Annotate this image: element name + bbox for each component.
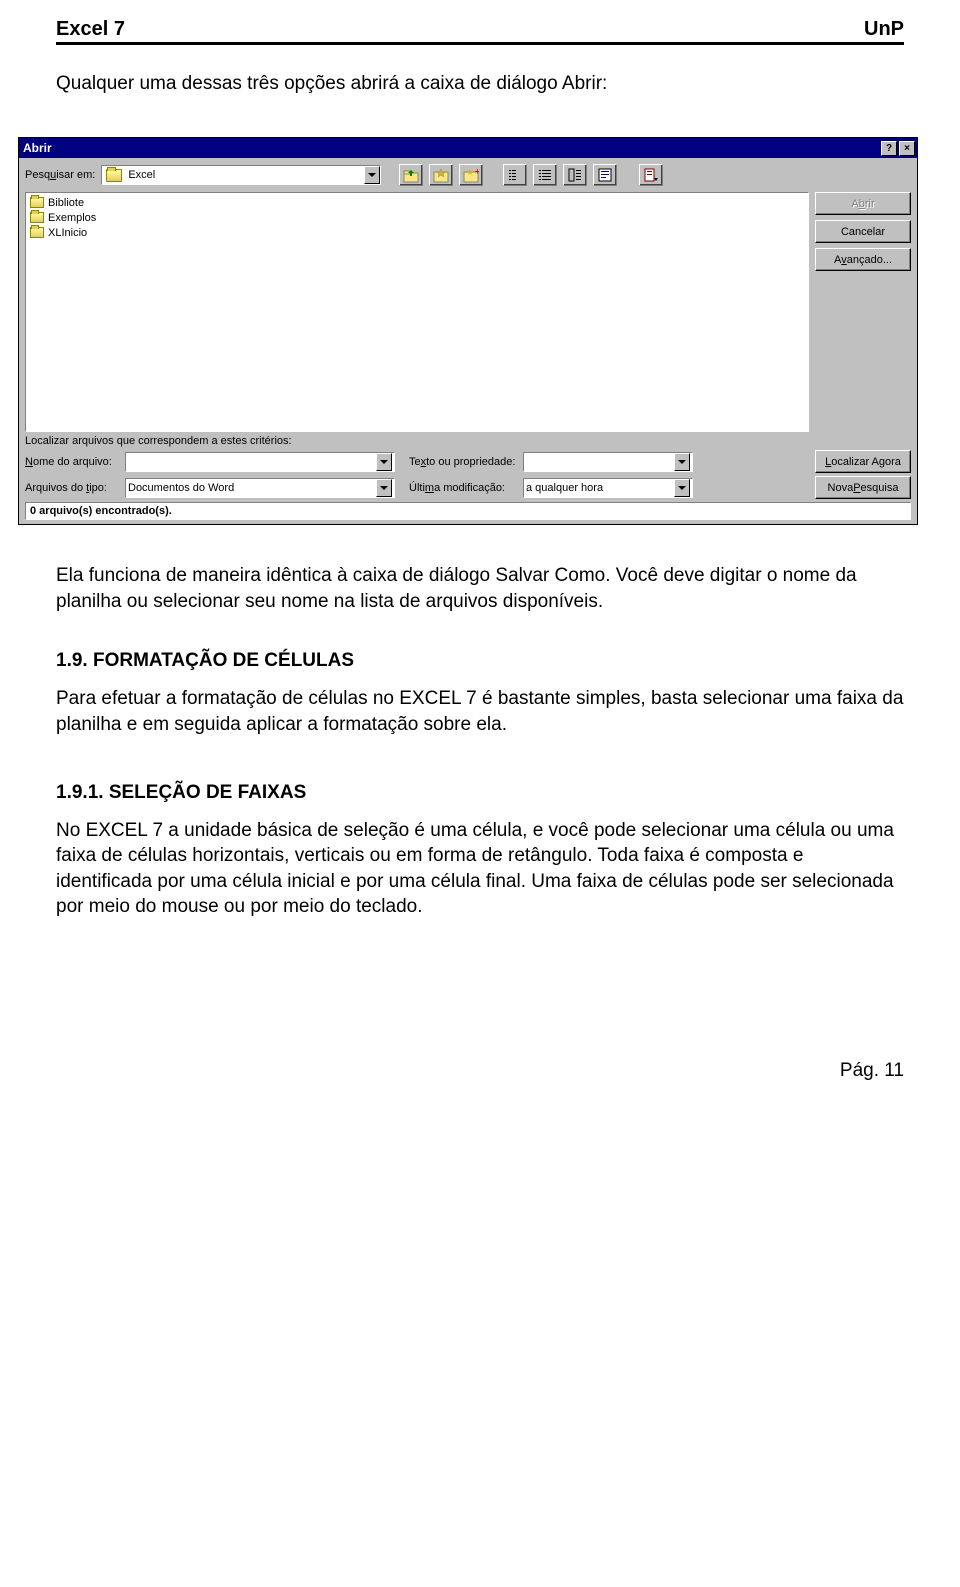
pesquisar-label: Pesquisar em:	[25, 169, 95, 181]
abrir-button[interactable]: Abrir	[815, 192, 911, 215]
body-paragraph-3: No EXCEL 7 a unidade básica de seleção é…	[56, 818, 904, 921]
chevron-down-icon[interactable]	[376, 479, 392, 497]
folder-icon	[30, 227, 44, 238]
page-number: Pág. 11	[56, 1060, 904, 1082]
folder-combo[interactable]: Excel	[101, 165, 381, 185]
criteria-label: Localizar arquivos que correspondem a es…	[25, 435, 911, 447]
avancado-button[interactable]: Avançado...	[815, 248, 911, 271]
status-text: 0 arquivo(s) encontrado(s).	[25, 502, 911, 520]
texto-label: Texto ou propriedade:	[409, 456, 519, 468]
favorites-icon[interactable]	[429, 164, 453, 186]
close-button[interactable]: ×	[899, 141, 915, 156]
page-header: Excel 7 UnP	[56, 18, 904, 45]
localizar-agora-button[interactable]: Localizar Agora	[815, 450, 911, 473]
chevron-down-icon[interactable]	[674, 479, 690, 497]
open-dialog: Abrir ? × Pesquisar em: Excel	[18, 137, 918, 525]
texto-input[interactable]	[523, 452, 693, 472]
list-item[interactable]: Exemplos	[28, 210, 806, 225]
properties-view-icon[interactable]	[563, 164, 587, 186]
nome-label: Nome do arquivo:	[25, 456, 121, 468]
dialog-title: Abrir	[23, 141, 52, 155]
tipo-label: Arquivos do tipo:	[25, 482, 121, 494]
dialog-titlebar: Abrir ? ×	[19, 138, 917, 158]
cancelar-button[interactable]: Cancelar	[815, 220, 911, 243]
folder-icon	[30, 212, 44, 223]
up-one-level-icon[interactable]	[399, 164, 423, 186]
header-left: Excel 7	[56, 18, 125, 41]
chevron-down-icon[interactable]	[674, 453, 690, 471]
file-list[interactable]: Bibliote Exemplos XLInicio	[25, 192, 809, 432]
tipo-input[interactable]: Documentos do Word	[125, 478, 395, 498]
section-1-9-heading: 1.9. FORMATAÇÃO DE CÉLULAS	[56, 650, 904, 672]
body-paragraph-1: Ela funciona de maneira idêntica à caixa…	[56, 563, 904, 614]
nova-pesquisa-button[interactable]: Nova Pesquisa	[815, 476, 911, 499]
list-view-icon[interactable]	[503, 164, 527, 186]
header-right: UnP	[864, 18, 904, 41]
chevron-down-icon[interactable]	[376, 453, 392, 471]
ultima-input[interactable]: a qualquer hora	[523, 478, 693, 498]
folder-icon	[30, 197, 44, 208]
folder-icon	[106, 169, 122, 182]
list-item[interactable]: XLInicio	[28, 225, 806, 240]
body-paragraph-2: Para efetuar a formatação de células no …	[56, 686, 904, 737]
add-favorite-icon[interactable]: +	[459, 164, 483, 186]
ultima-label: Última modificação:	[409, 482, 519, 494]
preview-view-icon[interactable]	[593, 164, 617, 186]
help-button[interactable]: ?	[881, 141, 897, 156]
intro-text: Qualquer uma dessas três opções abrirá a…	[56, 73, 904, 95]
details-view-icon[interactable]	[533, 164, 557, 186]
folder-name: Excel	[126, 169, 364, 181]
nome-input[interactable]	[125, 452, 395, 472]
list-item[interactable]: Bibliote	[28, 195, 806, 210]
chevron-down-icon[interactable]	[364, 166, 380, 184]
section-1-9-1-heading: 1.9.1. SELEÇÃO DE FAIXAS	[56, 782, 904, 804]
svg-text:+: +	[475, 167, 479, 176]
commands-menu-icon[interactable]	[639, 164, 663, 186]
